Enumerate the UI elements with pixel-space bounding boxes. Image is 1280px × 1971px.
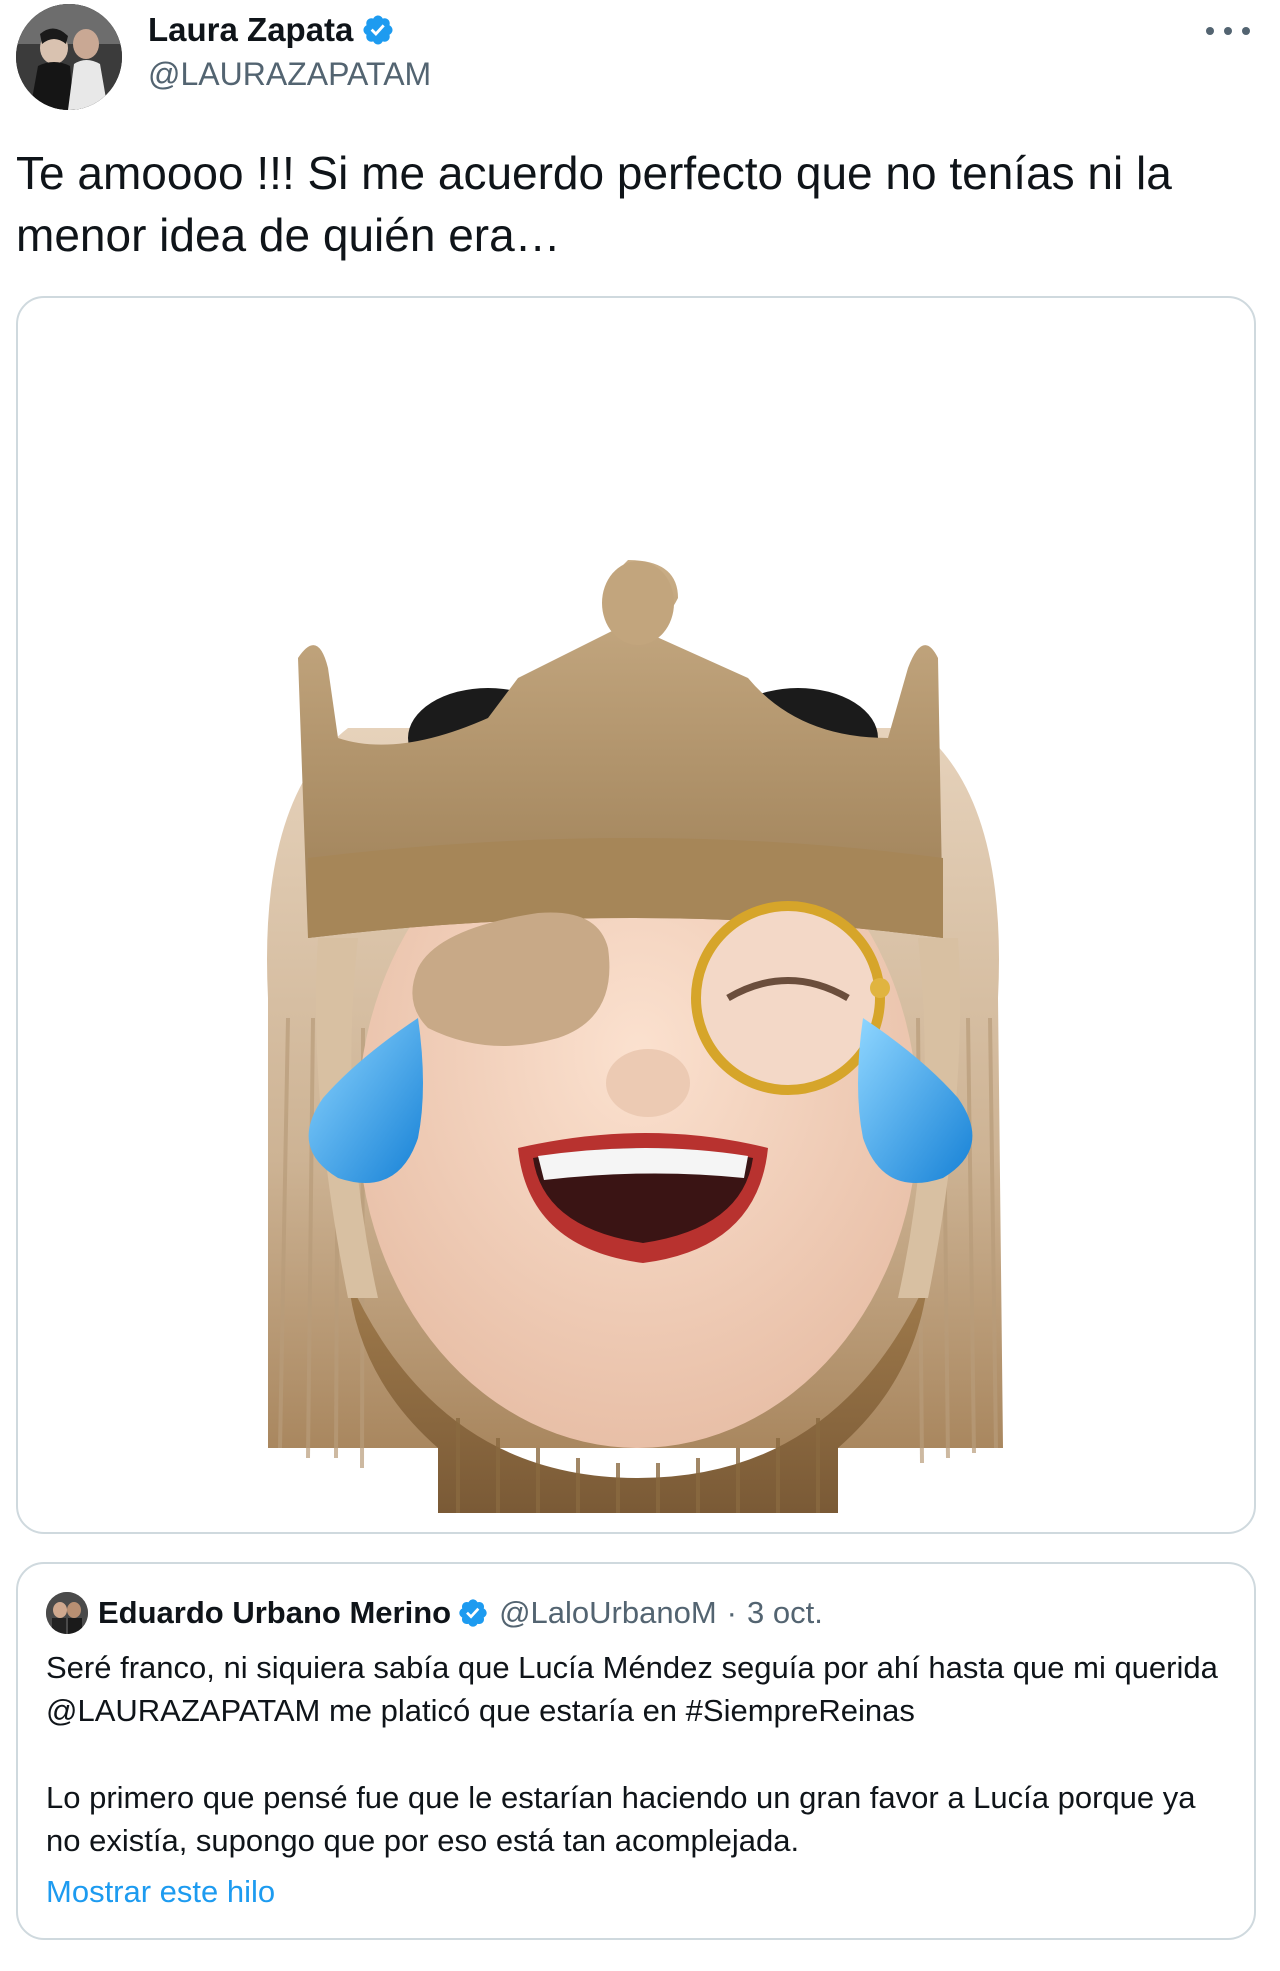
more-dot bbox=[1242, 27, 1250, 35]
quoted-author-avatar[interactable] bbox=[46, 1592, 88, 1634]
author-name-row[interactable]: Laura Zapata bbox=[148, 10, 395, 50]
quoted-avatar-photo bbox=[46, 1592, 88, 1634]
quoted-tweet-header: Eduardo Urbano Merino @LaloUrbanoM · 3 o… bbox=[98, 1590, 823, 1636]
more-options-icon[interactable] bbox=[1206, 16, 1250, 46]
author-name[interactable]: Laura Zapata bbox=[148, 10, 353, 50]
author-avatar[interactable] bbox=[16, 4, 122, 110]
verified-badge-icon bbox=[457, 1597, 489, 1629]
quoted-author-handle[interactable]: @LaloUrbanoM bbox=[499, 1595, 717, 1631]
verified-badge-icon bbox=[361, 13, 395, 47]
quoted-tweet-card[interactable]: Eduardo Urbano Merino @LaloUrbanoM · 3 o… bbox=[16, 1562, 1256, 1940]
avatar-photo bbox=[16, 4, 122, 110]
quoted-author-name[interactable]: Eduardo Urbano Merino bbox=[98, 1595, 451, 1631]
more-dot bbox=[1206, 27, 1214, 35]
quoted-paragraph-1: Seré franco, ni siquiera sabía que Lucía… bbox=[46, 1650, 1218, 1728]
quoted-tweet-text: Seré franco, ni siquiera sabía que Lucía… bbox=[46, 1646, 1236, 1862]
quoted-paragraph-2: Lo primero que pensé fue que le estarían… bbox=[46, 1780, 1196, 1858]
quoted-tweet-date[interactable]: 3 oct. bbox=[747, 1595, 823, 1631]
crying-laughing-memoji bbox=[267, 560, 1003, 1513]
meta-separator: · bbox=[726, 1595, 737, 1630]
show-thread-link[interactable]: Mostrar este hilo bbox=[46, 1870, 275, 1913]
more-dot bbox=[1224, 27, 1232, 35]
tweet-media[interactable] bbox=[16, 296, 1256, 1534]
author-handle[interactable]: @LAURAZAPATAM bbox=[148, 54, 431, 94]
tweet-text: Te amoooo !!! Si me acuerdo perfecto que… bbox=[16, 147, 1172, 261]
